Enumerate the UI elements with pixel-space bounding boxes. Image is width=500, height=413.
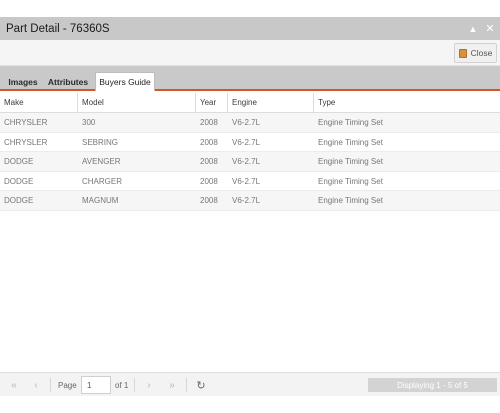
cell-engine: V6-2.7L (232, 196, 261, 205)
tab-buyers-guide-label: Buyers Guide (99, 77, 151, 87)
pager-divider (186, 378, 187, 392)
column-header-model[interactable]: Model (78, 93, 196, 112)
cell-model: SEBRING (82, 137, 119, 147)
table-row[interactable]: DODGE MAGNUM 2008 V6-2.7L Engine Timing Set (0, 191, 500, 211)
cell-year: 2008 (200, 176, 218, 186)
pager-divider (134, 378, 135, 392)
page-count-label: of 1 (115, 380, 129, 390)
column-header-year[interactable]: Year (196, 93, 228, 112)
page-label: Page (58, 380, 77, 390)
cell-model: AVENGER (82, 157, 121, 166)
cell-type: Engine Timing Set (318, 157, 383, 166)
table-row[interactable]: DODGE CHARGER 2008 V6-2.7L Engine Timing Set (0, 171, 500, 191)
column-header-engine[interactable]: Engine (228, 93, 314, 112)
close-icon[interactable]: ✕ (483, 22, 497, 36)
cell-make: CHRYSLER (4, 137, 48, 147)
cell-make: DODGE (4, 196, 34, 205)
grid-body: CHRYSLER 300 2008 V6-2.7L Engine Timing Set C… (0, 113, 500, 211)
window-titlebar: Part Detail - 76360S ▲ ✕ (0, 17, 500, 40)
displaying-count: Displaying 1 - 5 of 5 (368, 378, 497, 392)
table-row[interactable]: DODGE AVENGER 2008 V6-2.7L Engine Timing Set (0, 152, 500, 172)
cell-type: Engine Timing Set (318, 118, 383, 127)
cell-model: 300 (82, 118, 96, 127)
close-button[interactable]: Close (454, 43, 497, 63)
cell-year: 2008 (200, 196, 218, 205)
close-button-label: Close (470, 48, 493, 58)
pager-divider (50, 378, 51, 392)
cell-model: MAGNUM (82, 196, 119, 205)
cell-engine: V6-2.7L (232, 176, 261, 186)
top-spacer (0, 0, 500, 17)
tab-attributes[interactable]: Attributes (44, 72, 92, 91)
refresh-icon[interactable]: ↻ (193, 377, 209, 393)
buyers-guide-grid: Make Model Year Engine Type CHRYSLER 300 2… (0, 93, 500, 211)
cell-engine: V6-2.7L (232, 157, 261, 166)
tab-images[interactable]: Images (4, 72, 42, 91)
tab-buyers-guide[interactable]: Buyers Guide (95, 72, 155, 91)
cell-model: CHARGER (82, 176, 123, 186)
last-page-icon[interactable]: » (164, 377, 180, 393)
cell-make: DODGE (4, 176, 34, 186)
column-header-make[interactable]: Make (0, 93, 78, 112)
page-number-input[interactable] (81, 376, 111, 394)
next-page-icon[interactable]: › (141, 377, 157, 393)
cell-type: Engine Timing Set (318, 176, 383, 186)
column-header-type[interactable]: Type (314, 93, 500, 112)
tab-attributes-label: Attributes (47, 76, 89, 87)
table-row[interactable]: CHRYSLER 300 2008 V6-2.7L Engine Timing Set (0, 113, 500, 133)
table-row[interactable]: CHRYSLER SEBRING 2008 V6-2.7L Engine Timing … (0, 132, 500, 152)
cell-year: 2008 (200, 118, 218, 127)
cell-engine: V6-2.7L (232, 118, 261, 127)
window-toolbar: Close (0, 40, 500, 66)
window-title: Part Detail - 76360S (6, 22, 110, 35)
cell-year: 2008 (200, 137, 218, 147)
tab-bar: Images Attributes Buyers Guide (0, 66, 500, 91)
cell-type: Engine Timing Set (318, 137, 383, 147)
door-icon (458, 48, 467, 58)
grid-header: Make Model Year Engine Type (0, 93, 500, 113)
cell-make: DODGE (4, 157, 34, 166)
cell-make: CHRYSLER (4, 118, 48, 127)
first-page-icon[interactable]: « (6, 377, 22, 393)
pagination-bar: « ‹ Page of 1 › » ↻ Displaying 1 - 5 of … (0, 372, 500, 396)
cell-year: 2008 (200, 157, 218, 166)
prev-page-icon[interactable]: ‹ (28, 377, 44, 393)
cell-engine: V6-2.7L (232, 137, 261, 147)
cell-type: Engine Timing Set (318, 196, 383, 205)
tab-images-label: Images (8, 76, 38, 87)
collapse-icon[interactable]: ▲ (466, 22, 480, 36)
